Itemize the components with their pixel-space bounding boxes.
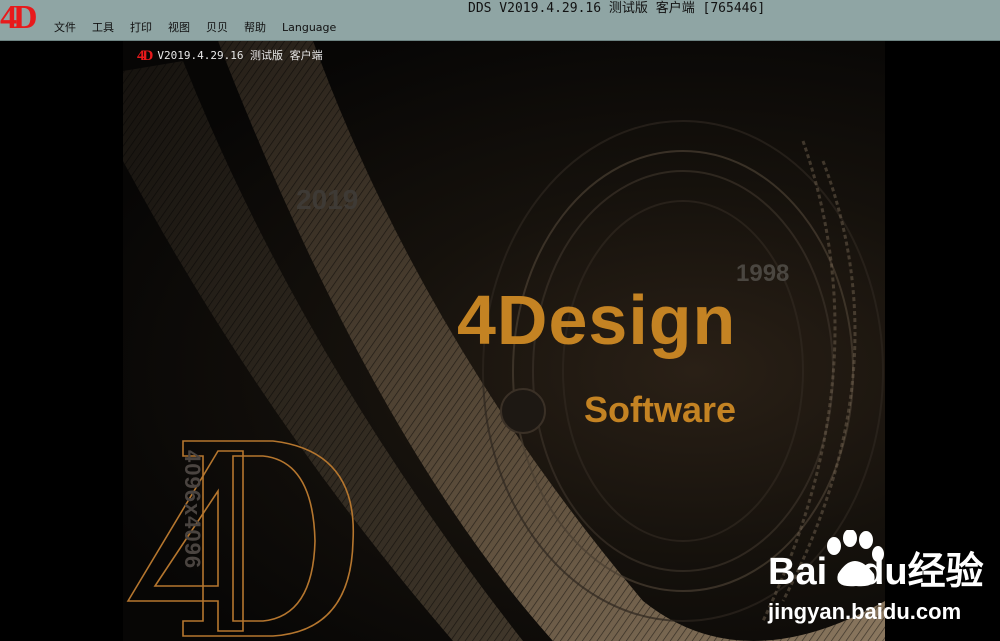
menu-help[interactable]: 帮助 — [244, 20, 274, 36]
resolution-label: 4096x4096 — [180, 450, 205, 570]
year-2019: 2019 — [296, 184, 359, 215]
menu-beibei[interactable]: 贝贝 — [206, 20, 236, 36]
app-logo[interactable]: 4D — [0, 0, 38, 38]
menu-tools[interactable]: 工具 — [92, 20, 122, 36]
menu-bar: 文件 工具 打印 视图 贝贝 帮助 Language — [54, 20, 352, 36]
version-label: V2019.4.29.16 测试版 客户端 — [157, 49, 323, 62]
baidu-url: jingyan.baidu.com — [768, 599, 962, 624]
title-bar: 4D 文件 工具 打印 视图 贝贝 帮助 Language DDS V2019.… — [0, 0, 1000, 41]
baidu-brand-left: Bai — [768, 551, 828, 593]
baidu-brand: Bai du经验 — [768, 551, 984, 593]
baidu-brand-right: 经验 — [907, 551, 984, 593]
brand-title: 4Design — [457, 281, 737, 359]
baidu-watermark: Bai du经验 jingyan.baidu.com — [768, 530, 998, 640]
menu-view[interactable]: 视图 — [168, 20, 198, 36]
year-1998: 1998 — [736, 260, 790, 287]
splash-version-row: 4D V2019.4.29.16 测试版 客户端 — [137, 48, 323, 64]
window-title: DDS V2019.4.29.16 测试版 客户端 [765446] — [468, 1, 766, 16]
mini-4d-logo: 4D — [137, 48, 153, 64]
menu-language[interactable]: Language — [282, 20, 344, 36]
menu-print[interactable]: 打印 — [130, 20, 160, 36]
menu-file[interactable]: 文件 — [54, 20, 84, 36]
brand-subtitle: Software — [584, 389, 737, 430]
